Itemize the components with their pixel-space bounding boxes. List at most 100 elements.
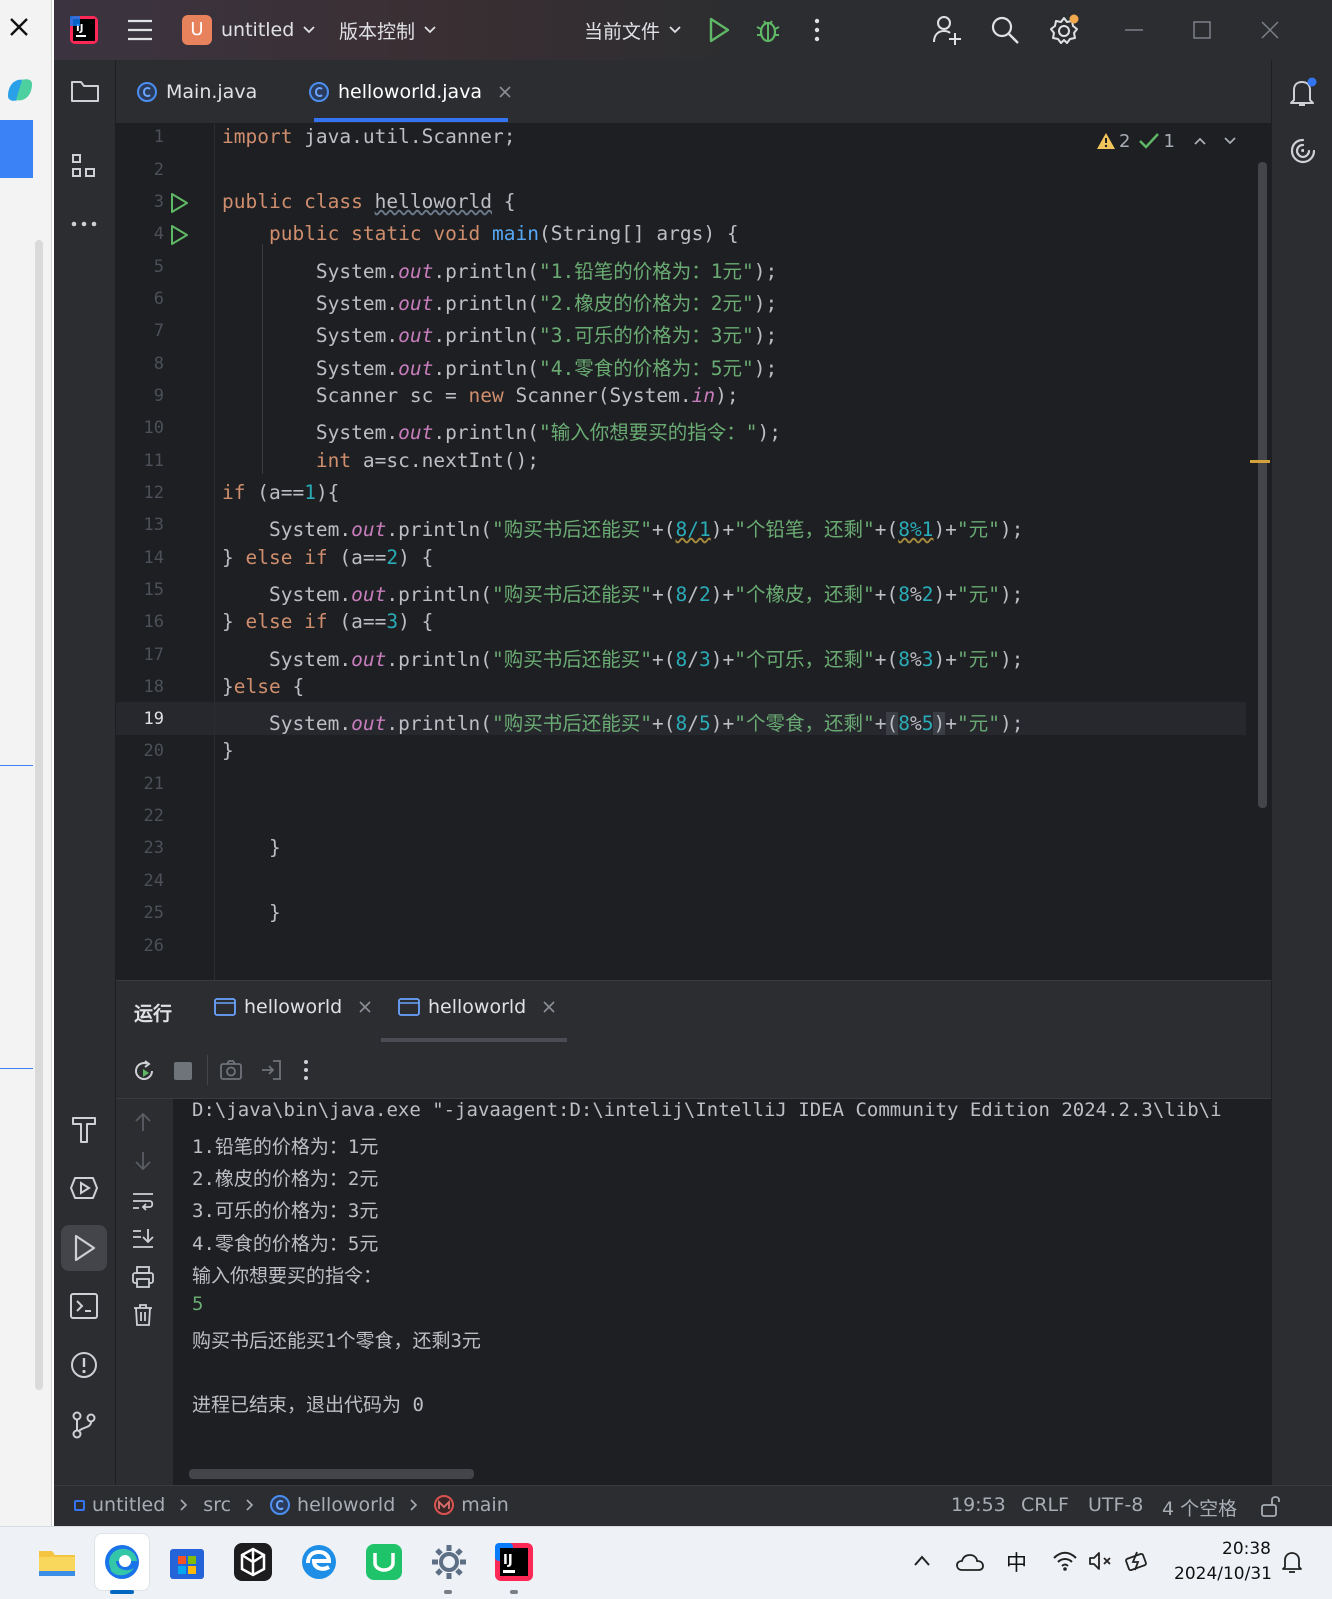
crumb-class[interactable]: helloworld: [297, 1494, 395, 1516]
more-icon[interactable]: [302, 1059, 310, 1081]
run-gutter-icon[interactable]: [168, 192, 190, 214]
project-widget[interactable]: U untitled: [182, 14, 316, 46]
settings-icon[interactable]: [1048, 14, 1080, 46]
run-icon[interactable]: [706, 16, 732, 44]
microsoft-store-icon[interactable]: [166, 1541, 208, 1583]
caret-position[interactable]: 19:53: [951, 1494, 1006, 1516]
settings-gear-icon[interactable]: [428, 1541, 470, 1583]
exit-icon[interactable]: [259, 1058, 283, 1082]
console-output[interactable]: D:\java\bin\java.exe "-javaagent:D:\inte…: [116, 1099, 1271, 1486]
structure-icon[interactable]: [70, 152, 98, 180]
lock-icon[interactable]: [1260, 1494, 1282, 1518]
terminal-icon[interactable]: [69, 1292, 99, 1320]
code-line: System.out.println("1.铅笔的价格为：1元");: [222, 260, 778, 283]
add-user-icon[interactable]: [932, 14, 962, 46]
services-icon[interactable]: [69, 1173, 99, 1203]
code-line: }else {: [222, 675, 305, 698]
horizontal-scrollbar[interactable]: [189, 1469, 474, 1479]
line-number: 26: [143, 936, 164, 956]
tab-main-java[interactable]: Main.java: [136, 60, 257, 124]
git-icon[interactable]: [70, 1410, 98, 1440]
line-number: 18: [143, 677, 164, 697]
divider: [0, 765, 33, 766]
ai-assistant-icon[interactable]: [1288, 136, 1318, 166]
edge-browser-icon[interactable]: [101, 1541, 143, 1583]
minimize-button[interactable]: [1122, 18, 1146, 42]
main-menu-icon[interactable]: [126, 18, 154, 42]
line-number: 24: [143, 871, 164, 891]
clock-time[interactable]: 20:38: [1222, 1539, 1271, 1559]
ie-edge-legacy-icon[interactable]: [298, 1541, 340, 1583]
close-tab-icon[interactable]: [498, 85, 512, 99]
tab-helloworld-java[interactable]: helloworld.java: [308, 60, 522, 124]
intellij-logo-icon[interactable]: IJ: [70, 16, 98, 44]
battery-charging-icon[interactable]: [1124, 1549, 1152, 1573]
line-number-gutter: 1 2 3 4 5 6 7 8 9 10 11 12 13 14 15 16 17 18 19 20 21 22 23 24 2…: [116, 124, 176, 980]
run-tab-2[interactable]: helloworld: [398, 996, 556, 1018]
run-toolbar: [116, 1043, 1271, 1099]
screenshot-icon[interactable]: [219, 1059, 243, 1081]
maximize-button[interactable]: [1190, 18, 1214, 42]
line-number: 25: [143, 903, 164, 923]
line-separator[interactable]: CRLF: [1021, 1494, 1069, 1516]
chevron-down-icon: [669, 26, 681, 34]
run-config-widget[interactable]: 当前文件: [584, 14, 682, 46]
code-line: System.out.println("购买书后还能买"+(8/5)+"个零食，…: [222, 712, 1024, 735]
left-tool-window-bar: [54, 60, 116, 1485]
console-line: 4.零食的价格为：5元: [192, 1233, 379, 1255]
run-tool-selected[interactable]: [61, 1225, 107, 1271]
run-gutter-icon[interactable]: [168, 224, 190, 246]
search-icon[interactable]: [990, 15, 1020, 45]
title-bar: IJ U untitled 版本控制 当前文件: [54, 0, 1332, 60]
unity-hub-icon[interactable]: [232, 1541, 274, 1583]
clock-date[interactable]: 2024/10/31: [1174, 1564, 1272, 1584]
show-hidden-icons-chevron[interactable]: [913, 1553, 931, 1567]
line-number: 1: [153, 127, 164, 147]
notifications-icon[interactable]: [1288, 76, 1318, 108]
console-icon: [214, 998, 236, 1016]
ime-indicator[interactable]: 中: [1006, 1547, 1027, 1577]
line-number: 2: [153, 160, 164, 180]
more-tools-icon[interactable]: [70, 214, 98, 227]
close-button[interactable]: [1258, 18, 1282, 42]
inspection-widget[interactable]: 2 1: [1096, 128, 1237, 154]
breadcrumb: untitled src helloworld main: [74, 1494, 509, 1516]
right-tool-window-bar: [1271, 60, 1332, 1485]
vertical-scrollbar[interactable]: [1258, 162, 1267, 808]
warning-stripe-marker[interactable]: [1250, 460, 1270, 463]
close-icon[interactable]: [8, 16, 30, 38]
file-explorer-icon[interactable]: [36, 1541, 78, 1583]
project-folder-icon[interactable]: [70, 78, 100, 104]
file-encoding[interactable]: UTF-8: [1088, 1494, 1143, 1516]
running-indicator: [510, 1590, 518, 1594]
copilot-icon[interactable]: [2, 72, 38, 108]
crumb-src[interactable]: src: [203, 1494, 231, 1516]
chevron-right-icon: [246, 1499, 254, 1511]
code-line: }: [222, 901, 281, 924]
code-editor[interactable]: 1 2 3 4 5 6 7 8 9 10 11 12 13 14 15 16 17 18 19 20 21 22 23 24 2…: [116, 124, 1271, 980]
onedrive-cloud-icon[interactable]: [955, 1551, 985, 1573]
indent-setting[interactable]: 4 个空格: [1162, 1494, 1237, 1521]
volume-muted-icon[interactable]: [1088, 1549, 1114, 1573]
close-tab-icon[interactable]: [358, 1000, 372, 1014]
close-tab-icon[interactable]: [542, 1000, 556, 1014]
problems-icon[interactable]: [69, 1350, 99, 1380]
notification-bell-icon[interactable]: [1280, 1549, 1304, 1575]
chevron-down-icon[interactable]: [1223, 136, 1237, 146]
intellij-idea-icon[interactable]: IJ: [493, 1541, 535, 1583]
scrollbar[interactable]: [35, 240, 43, 1390]
wechat-icon[interactable]: [363, 1541, 405, 1583]
crumb-project[interactable]: untitled: [92, 1494, 165, 1516]
crumb-method[interactable]: main: [461, 1494, 508, 1516]
wifi-icon[interactable]: [1052, 1549, 1078, 1573]
run-tab-1[interactable]: helloworld: [214, 996, 372, 1018]
build-hammer-icon[interactable]: [70, 1114, 98, 1144]
vcs-widget[interactable]: 版本控制: [339, 14, 437, 46]
more-icon[interactable]: [812, 18, 822, 42]
rerun-icon[interactable]: [132, 1059, 156, 1083]
line-number: 16: [143, 612, 164, 632]
chevron-up-icon[interactable]: [1193, 136, 1207, 146]
run-header: 运行 helloworld helloworld: [116, 981, 1271, 1043]
stop-icon[interactable]: [174, 1062, 192, 1080]
debug-icon[interactable]: [754, 15, 782, 45]
